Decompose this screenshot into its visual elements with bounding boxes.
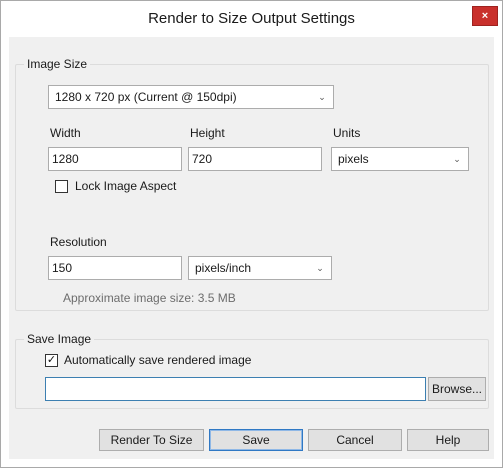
close-icon: ×: [481, 10, 489, 22]
checkmark-icon: ✓: [46, 354, 57, 366]
dialog-window: Render to Size Output Settings × Image S…: [0, 0, 503, 468]
approx-image-size-text: Approximate image size: 3.5 MB: [63, 291, 236, 305]
preset-size-dropdown[interactable]: 1280 x 720 px (Current @ 150dpi) ⌄: [48, 85, 334, 109]
height-label: Height: [190, 126, 225, 140]
window-title: Render to Size Output Settings: [148, 10, 355, 27]
title-bar[interactable]: Render to Size Output Settings ×: [1, 1, 502, 37]
help-button[interactable]: Help: [407, 429, 489, 451]
units-value: pixels: [338, 152, 369, 166]
width-field[interactable]: [48, 147, 182, 171]
units-dropdown[interactable]: pixels ⌄: [331, 147, 469, 171]
cancel-button[interactable]: Cancel: [308, 429, 402, 451]
save-path-field[interactable]: [45, 377, 426, 401]
chevron-down-icon: ⌄: [318, 91, 326, 102]
resolution-units-dropdown[interactable]: pixels/inch ⌄: [188, 256, 332, 280]
save-button[interactable]: Save: [209, 429, 303, 451]
chevron-down-icon: ⌄: [453, 153, 461, 164]
save-image-group: Save Image ✓ Automatically save rendered…: [15, 332, 489, 409]
chevron-down-icon: ⌄: [316, 262, 324, 273]
resolution-field[interactable]: [48, 256, 182, 280]
image-size-group-label: Image Size: [24, 57, 91, 71]
dialog-body: Image Size 1280 x 720 px (Current @ 150d…: [9, 37, 494, 459]
height-field[interactable]: [188, 147, 322, 171]
units-label: Units: [333, 126, 361, 140]
close-button[interactable]: ×: [472, 6, 498, 26]
width-label: Width: [50, 126, 81, 140]
resolution-label: Resolution: [50, 235, 107, 249]
render-to-size-button[interactable]: Render To Size: [99, 429, 204, 451]
resolution-units-value: pixels/inch: [195, 261, 252, 275]
lock-aspect-checkbox[interactable]: [55, 180, 68, 193]
image-size-group: Image Size 1280 x 720 px (Current @ 150d…: [15, 57, 489, 311]
preset-size-value: 1280 x 720 px (Current @ 150dpi): [55, 90, 237, 104]
auto-save-checkbox[interactable]: ✓: [45, 354, 58, 367]
auto-save-label[interactable]: Automatically save rendered image: [64, 353, 251, 367]
browse-button[interactable]: Browse...: [428, 377, 486, 401]
lock-aspect-label[interactable]: Lock Image Aspect: [75, 179, 176, 193]
save-image-group-label: Save Image: [24, 332, 95, 346]
